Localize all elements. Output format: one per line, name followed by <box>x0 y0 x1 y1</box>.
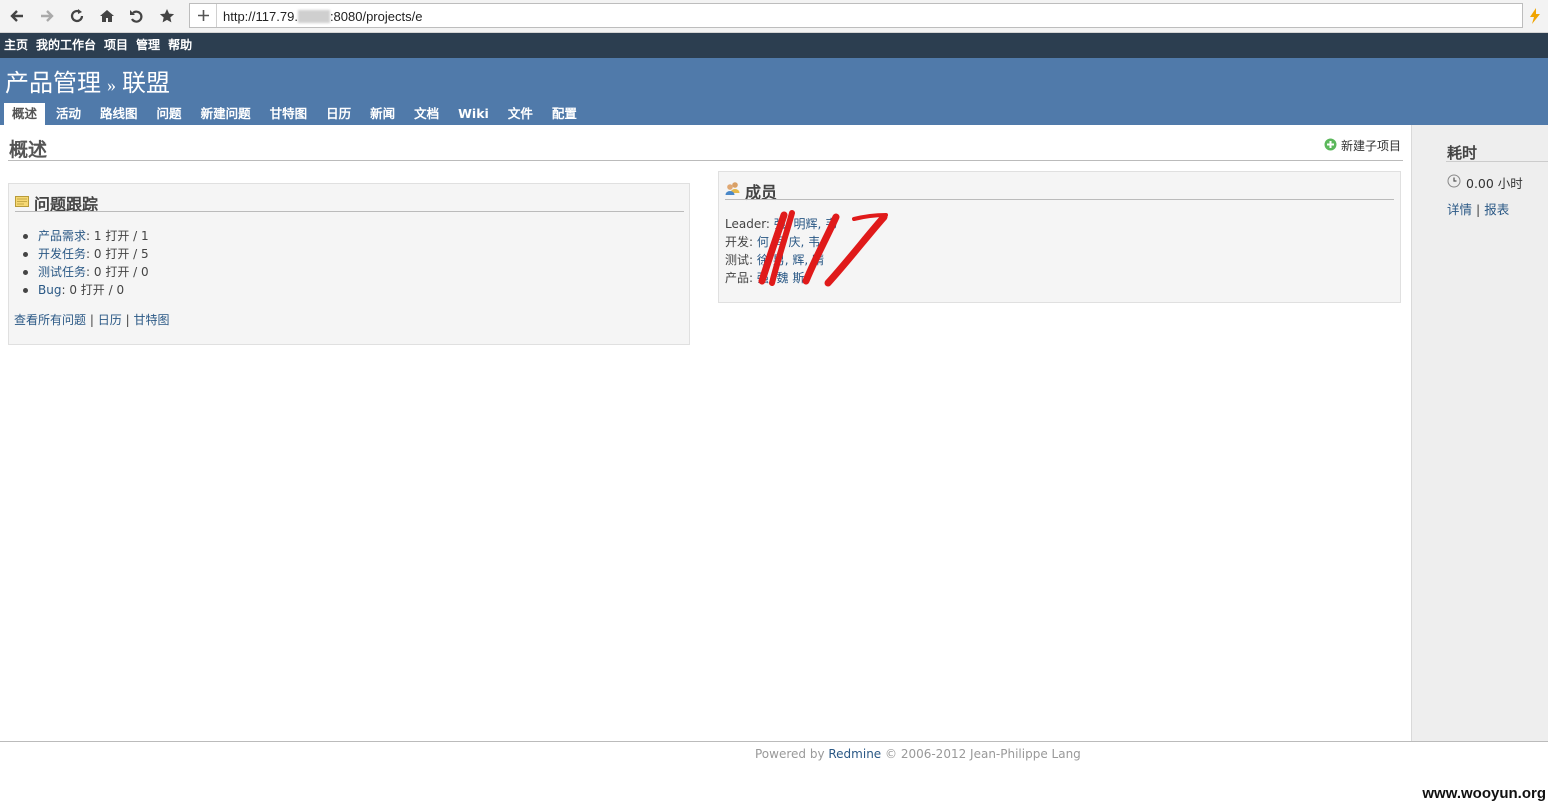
members-list: Leader: 强, 明辉, 韦 开发: 何 闫 庆, 韦 测试: 徐 男, 辉… <box>725 215 837 287</box>
view-all-issues-link[interactable]: 查看所有问题 <box>14 313 86 327</box>
url-text: http://117.79. :8080/projects/e <box>223 9 422 24</box>
sidebar-divider <box>1446 161 1548 162</box>
members-box: 成员 Leader: 强, 明辉, 韦 开发: 何 闫 庆, 韦 测试: 徐 男… <box>718 171 1401 303</box>
clock-icon <box>1447 174 1461 191</box>
link-separator: | <box>89 313 94 327</box>
member-role: Leader: <box>725 217 770 231</box>
url-suffix: :8080/projects/e <box>329 9 423 24</box>
details-link[interactable]: 详情 <box>1447 202 1472 217</box>
top-menu: 主页 我的工作台 项目 管理 帮助 <box>0 33 1548 58</box>
tab-documents[interactable]: 文档 <box>406 103 447 125</box>
project-header: 产品管理 » 联盟 概述 活动 路线图 问题 新建问题 甘特图 日历 新闻 文档… <box>0 58 1548 125</box>
list-item: 产品需求: 1 打开 / 1 <box>23 227 149 245</box>
add-icon <box>1324 138 1337 154</box>
undo-icon[interactable] <box>125 4 149 28</box>
tracker-link[interactable]: 测试任务 <box>38 265 86 279</box>
link-separator: | <box>1476 202 1481 217</box>
tab-settings[interactable]: 配置 <box>544 103 585 125</box>
page-title: 概述 <box>9 140 48 161</box>
watermark: www.wooyun.org <box>1422 785 1546 802</box>
footer: Powered by Redmine © 2006-2012 Jean-Phil… <box>755 747 1081 761</box>
tracker-link[interactable]: Bug <box>38 283 61 297</box>
spent-time-hours: 0.00 小时 <box>1447 173 1523 192</box>
member-names[interactable]: 强, 明辉, 韦 <box>774 217 837 231</box>
spent-time-links: 详情 | 报表 <box>1447 199 1509 218</box>
tab-files[interactable]: 文件 <box>500 103 541 125</box>
top-menu-projects[interactable]: 项目 <box>104 33 128 58</box>
tracker-stats: : 0 打开 / 5 <box>86 247 149 261</box>
tab-gantt[interactable]: 甘特图 <box>262 103 316 125</box>
tab-overview[interactable]: 概述 <box>4 103 46 125</box>
project-title: 产品管理 » 联盟 <box>5 63 170 98</box>
breadcrumb-separator: » <box>107 75 116 95</box>
home-icon[interactable] <box>95 4 119 28</box>
gantt-link[interactable]: 甘特图 <box>133 313 169 327</box>
member-names[interactable]: 徐 男, 辉, 晴 <box>757 253 824 267</box>
tracker-stats: : 0 打开 / 0 <box>61 283 125 297</box>
report-link[interactable]: 报表 <box>1484 202 1509 217</box>
new-subproject-label: 新建子项目 <box>1340 139 1401 153</box>
footer-suffix: © 2006-2012 Jean-Philippe Lang <box>881 747 1081 761</box>
sidebar: 耗时 0.00 小时 详情 | 报表 <box>1411 125 1548 741</box>
tab-wiki[interactable]: Wiki <box>450 103 497 125</box>
issue-tracking-box: 问题跟踪 产品需求: 1 打开 / 1 开发任务: 0 打开 / 5 测试任务:… <box>8 183 690 345</box>
spent-time-title: 耗时 <box>1447 146 1478 162</box>
member-row: Leader: 强, 明辉, 韦 <box>725 215 837 233</box>
ticket-icon <box>15 194 29 212</box>
tracker-stats: : 0 打开 / 0 <box>86 265 149 279</box>
member-row: 测试: 徐 男, 辉, 晴 <box>725 251 837 269</box>
top-menu-help[interactable]: 帮助 <box>168 33 192 58</box>
member-role: 开发: <box>725 235 754 249</box>
top-menu-my-page[interactable]: 我的工作台 <box>36 33 96 58</box>
url-prefix: http://117.79. <box>223 9 298 24</box>
tracker-link[interactable]: 产品需求 <box>38 229 86 243</box>
tab-news[interactable]: 新闻 <box>362 103 403 125</box>
member-names[interactable]: 何 闫 庆, 韦 <box>757 235 820 249</box>
tracker-list: 产品需求: 1 打开 / 1 开发任务: 0 打开 / 5 测试任务: 0 打开… <box>23 227 149 299</box>
top-menu-home[interactable]: 主页 <box>4 33 28 58</box>
tab-new-issue[interactable]: 新建问题 <box>193 103 259 125</box>
tab-calendar[interactable]: 日历 <box>318 103 359 125</box>
tab-activity[interactable]: 活动 <box>48 103 89 125</box>
member-names[interactable]: 强, 魏 斯 <box>757 271 804 285</box>
tracker-link[interactable]: 开发任务 <box>38 247 86 261</box>
footer-prefix: Powered by <box>755 747 829 761</box>
members-divider <box>725 199 1394 200</box>
tab-roadmap[interactable]: 路线图 <box>92 103 146 125</box>
group-icon <box>725 181 740 201</box>
tracker-stats: : 1 打开 / 1 <box>86 229 149 243</box>
member-row: 开发: 何 闫 庆, 韦 <box>725 233 837 251</box>
member-role: 产品: <box>725 271 754 285</box>
new-subproject-link[interactable]: 新建子项目 <box>1324 137 1401 154</box>
list-item: Bug: 0 打开 / 0 <box>23 281 149 299</box>
list-item: 开发任务: 0 打开 / 5 <box>23 245 149 263</box>
footer-divider <box>0 741 1548 742</box>
hours-value: 0.00 小时 <box>1466 176 1523 191</box>
url-redaction <box>297 10 330 23</box>
project-tabs: 概述 活动 路线图 问题 新建问题 甘特图 日历 新闻 文档 Wiki 文件 配… <box>4 103 588 125</box>
link-separator: | <box>125 313 130 327</box>
address-bar[interactable]: http://117.79. :8080/projects/e <box>189 3 1523 28</box>
plus-icon[interactable] <box>190 4 217 27</box>
redmine-link[interactable]: Redmine <box>828 747 881 761</box>
member-row: 产品: 强, 魏 斯 <box>725 269 837 287</box>
main-content: 概述 新建子项目 问题跟踪 产品需求: 1 打开 / 1 开发任务: 0 打开 … <box>0 125 1411 741</box>
tab-issues[interactable]: 问题 <box>149 103 190 125</box>
star-icon[interactable] <box>155 4 179 28</box>
title-divider <box>8 160 1403 161</box>
forward-arrow-icon[interactable] <box>35 4 59 28</box>
issue-tracking-divider <box>15 211 684 212</box>
subproject-name: 联盟 <box>122 71 170 97</box>
back-arrow-icon[interactable] <box>5 4 29 28</box>
reload-icon[interactable] <box>65 4 89 28</box>
lightning-icon[interactable] <box>1524 4 1546 28</box>
parent-project-link[interactable]: 产品管理 <box>5 71 101 97</box>
browser-toolbar: http://117.79. :8080/projects/e <box>0 0 1548 33</box>
calendar-link[interactable]: 日历 <box>98 313 122 327</box>
top-menu-administration[interactable]: 管理 <box>136 33 160 58</box>
member-role: 测试: <box>725 253 754 267</box>
list-item: 测试任务: 0 打开 / 0 <box>23 263 149 281</box>
issue-links: 查看所有问题 | 日历 | 甘特图 <box>14 311 169 328</box>
